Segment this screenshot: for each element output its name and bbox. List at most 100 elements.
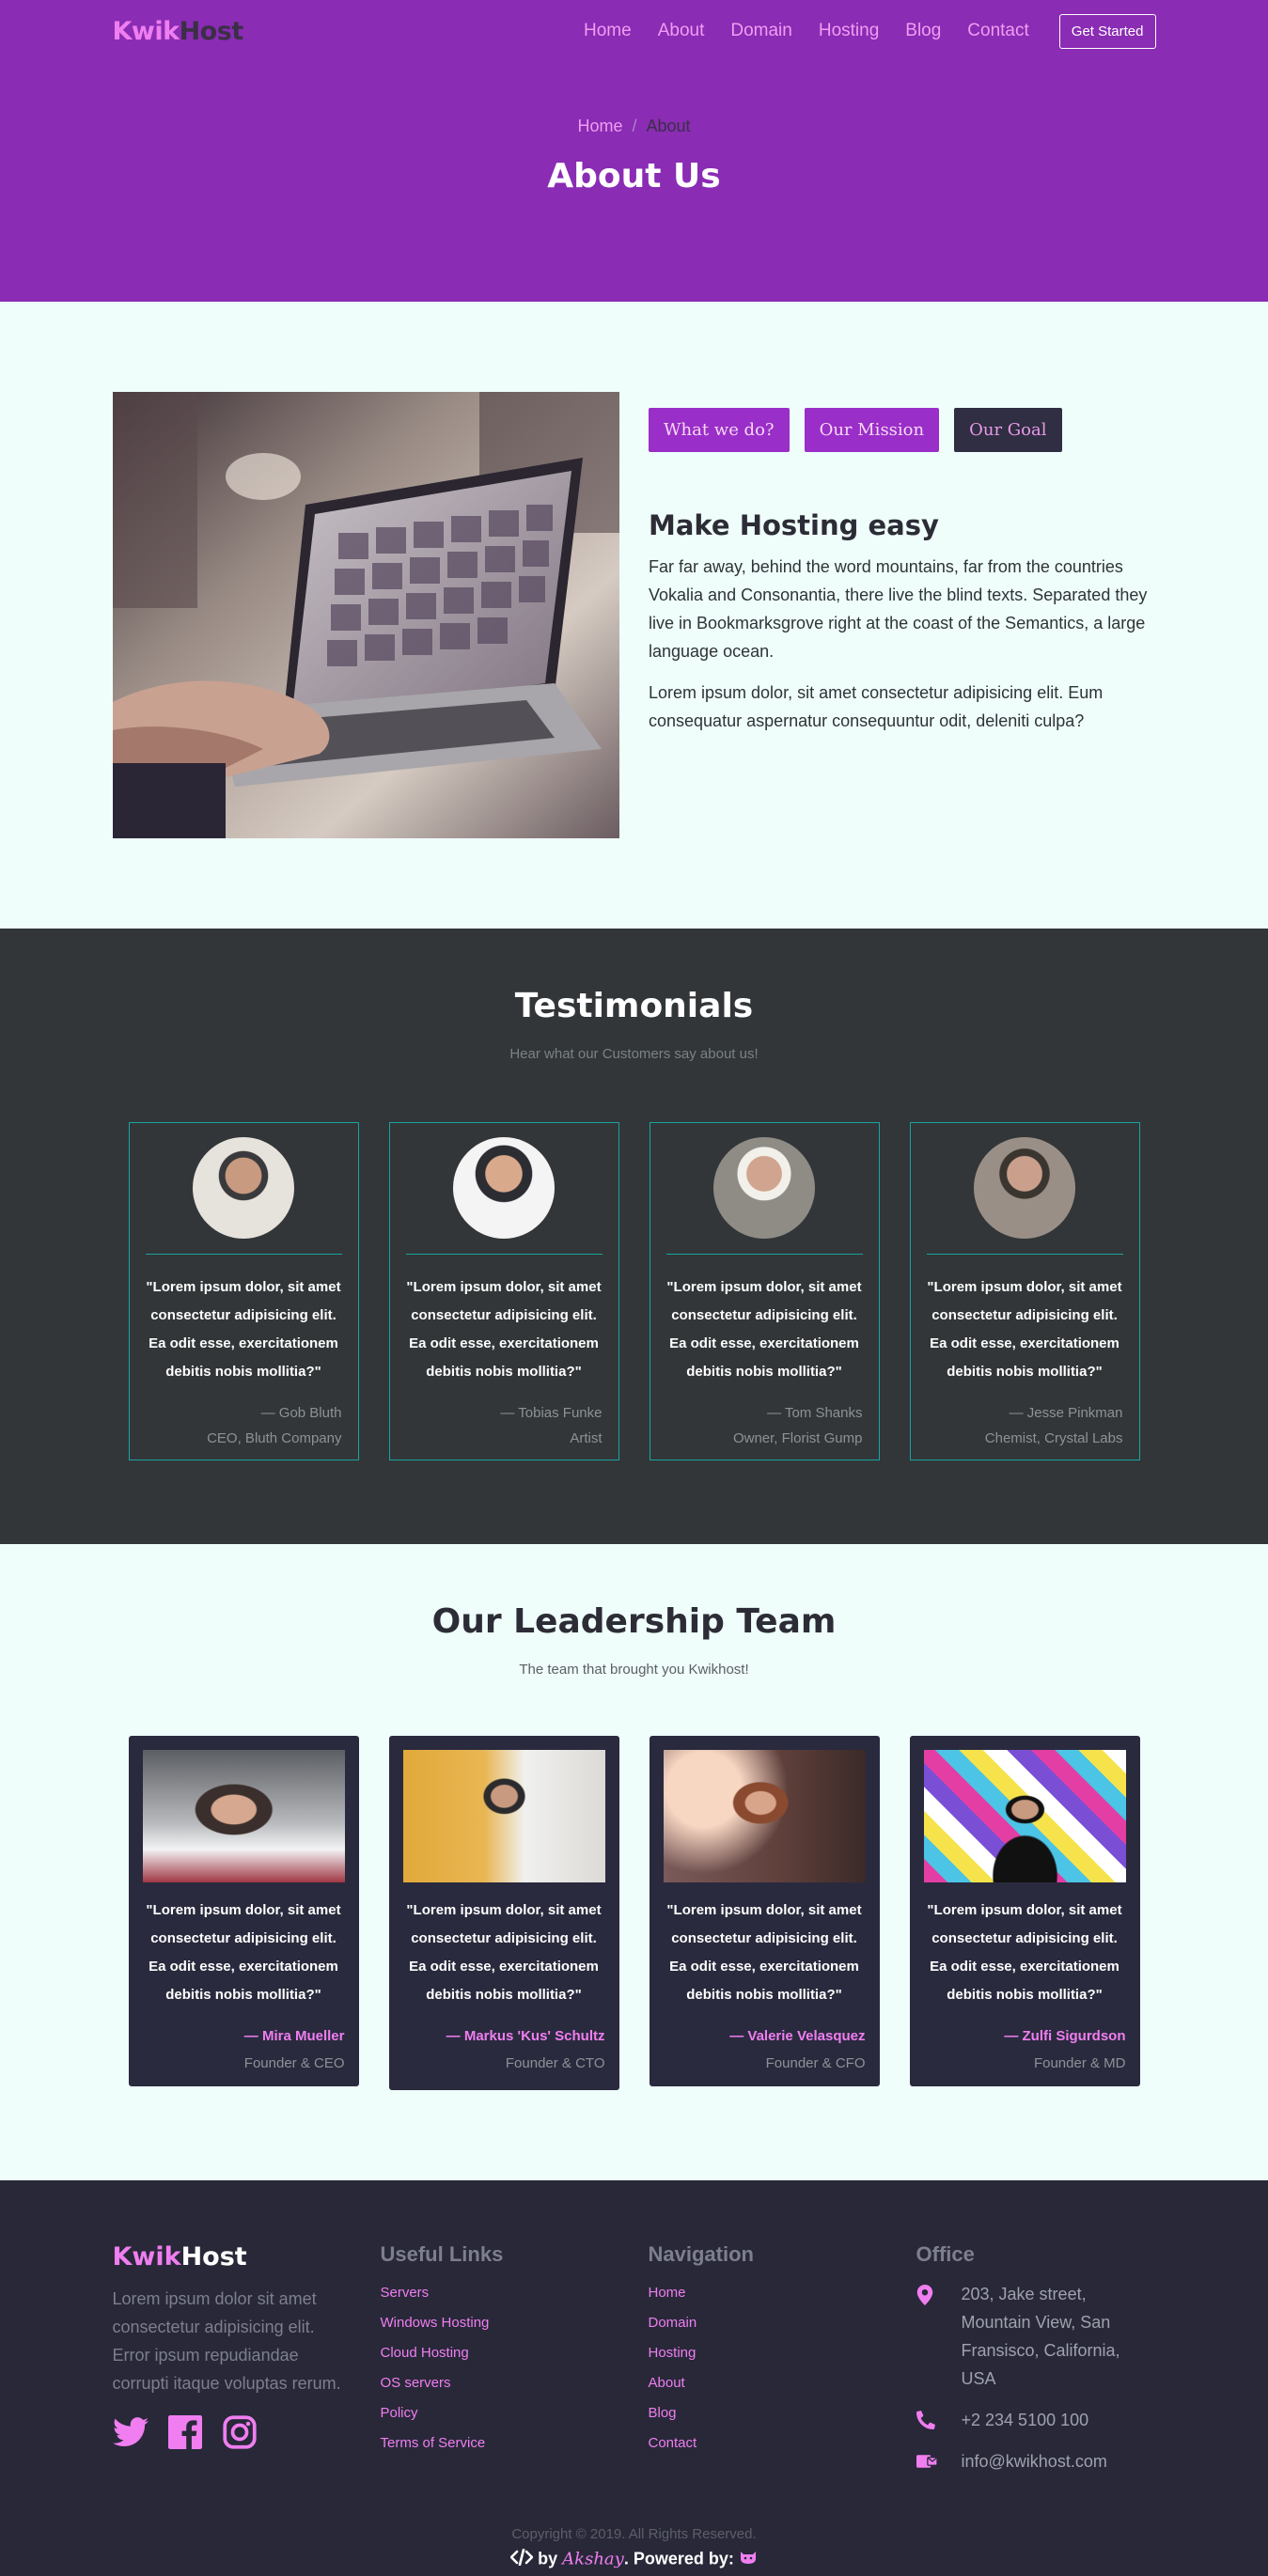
hero-header: KwikHost Home About Domain Hosting Blog … (0, 0, 1268, 302)
link-cloud-hosting[interactable]: Cloud Hosting (381, 2338, 649, 2368)
footer-nav-domain[interactable]: Domain (649, 2308, 916, 2338)
leader-photo (402, 1750, 605, 1882)
breadcrumb-home[interactable]: Home (577, 117, 622, 135)
facebook-icon[interactable] (167, 2414, 203, 2450)
footer-logo[interactable]: KwikHost (113, 2242, 381, 2272)
leader-role: Founder & CEO (243, 2055, 345, 2071)
testimonial-author: — Tom Shanks (767, 1405, 863, 1421)
credit-powered: . Powered by: (623, 2549, 734, 2568)
leader-card: "Lorem ipsum dolor, sit amet consectetur… (909, 1736, 1140, 2086)
about-heading: Make Hosting easy (649, 509, 939, 541)
leader-name: — Zulfi Sigurdson (1004, 2028, 1126, 2044)
link-policy[interactable]: Policy (381, 2398, 649, 2428)
github-cat-icon[interactable] (739, 2550, 758, 2569)
nav-item-home[interactable]: Home (584, 21, 632, 41)
tab-our-goal[interactable]: Our Goal (954, 408, 1062, 452)
testimonial-quote: "Lorem ipsum dolor, sit amet consectetur… (666, 1279, 862, 1380)
leader-quote: "Lorem ipsum dolor, sit amet consectetur… (406, 1902, 602, 2003)
mail-icon (916, 2447, 943, 2475)
nav-item-hosting[interactable]: Hosting (819, 21, 879, 41)
leadership-section: Our Leadership Team The team that brough… (0, 1544, 1268, 2180)
phone-icon (916, 2406, 943, 2434)
brand-logo[interactable]: KwikHost (113, 17, 244, 46)
footer-nav-home[interactable]: Home (649, 2278, 916, 2308)
breadcrumb-current: About (646, 117, 691, 135)
nav-menu: Home About Domain Hosting Blog Contact G… (557, 13, 1156, 49)
about-section: What we do? Our Mission Our Goal Make Ho… (0, 302, 1268, 929)
useful-links-title: Useful Links (380, 2242, 504, 2266)
breadcrumb-separator: / (632, 117, 637, 135)
testimonial-author: — Gob Bluth (260, 1405, 342, 1421)
footer-office: Office 203, Jake street, Mountain View, … (916, 2242, 1156, 2475)
leader-name: — Valerie Velasquez (729, 2028, 866, 2044)
breadcrumb: Home / About (113, 117, 1156, 136)
testimonials-title: Testimonials (514, 987, 754, 1025)
office-title: Office (916, 2242, 975, 2266)
about-paragraph-2: Lorem ipsum dolor, sit amet consectetur … (649, 683, 1104, 730)
credit-author[interactable]: Akshay (562, 2549, 624, 2568)
tab-what-we-do[interactable]: What we do? (649, 408, 790, 452)
testimonials-subtitle: Hear what our Customers say about us! (509, 1046, 759, 1062)
footer-about: KwikHost Lorem ipsum dolor sit amet cons… (112, 2242, 381, 2475)
address-text: 203, Jake street, Mountain View, San Fra… (961, 2285, 1120, 2388)
tab-our-mission[interactable]: Our Mission (804, 408, 940, 452)
leader-name: — Markus 'Kus' Schultz (446, 2028, 605, 2044)
divider (405, 1254, 603, 1255)
avatar (974, 1137, 1075, 1239)
leader-photo (142, 1750, 345, 1882)
testimonial-quote: "Lorem ipsum dolor, sit amet consectetur… (146, 1279, 341, 1380)
avatar (713, 1137, 815, 1239)
footer-logo-host: Host (180, 2242, 247, 2272)
get-started-button[interactable]: Get Started (1058, 13, 1156, 49)
navigation-list: Home Domain Hosting About Blog Contact (649, 2278, 916, 2459)
footer-description: Lorem ipsum dolor sit amet consectetur a… (112, 2289, 341, 2393)
footer-nav-hosting[interactable]: Hosting (649, 2338, 916, 2368)
leader-photo (663, 1750, 866, 1882)
footer-logo-kwik: Kwik (112, 2242, 181, 2272)
link-os-servers[interactable]: OS servers (381, 2368, 649, 2398)
site-footer: KwikHost Lorem ipsum dolor sit amet cons… (0, 2180, 1268, 2576)
testimonial-role: Owner, Florist Gump (732, 1430, 863, 1446)
leader-card: "Lorem ipsum dolor, sit amet consectetur… (128, 1736, 359, 2086)
footer-useful-links: Useful Links Servers Windows Hosting Clo… (381, 2242, 649, 2475)
nav-item-blog[interactable]: Blog (905, 21, 941, 41)
footer-nav-about[interactable]: About (649, 2368, 916, 2398)
footer-navigation: Navigation Home Domain Hosting About Blo… (649, 2242, 916, 2475)
leader-card: "Lorem ipsum dolor, sit amet consectetur… (388, 1736, 619, 2090)
email-text[interactable]: info@kwikhost.com (962, 2447, 1156, 2475)
testimonial-card: "Lorem ipsum dolor, sit amet consectetur… (388, 1122, 619, 1460)
laptop-illustration (112, 392, 619, 838)
nav-item-about[interactable]: About (658, 21, 705, 41)
testimonial-author: — Jesse Pinkman (1009, 1405, 1123, 1421)
testimonial-quote: "Lorem ipsum dolor, sit amet consectetur… (927, 1279, 1122, 1380)
navigation-title: Navigation (648, 2242, 754, 2266)
nav-item-contact[interactable]: Contact (967, 21, 1028, 41)
testimonial-author: — Tobias Funke (500, 1405, 603, 1421)
footer-columns: KwikHost Lorem ipsum dolor sit amet cons… (112, 2242, 1156, 2475)
avatar (193, 1137, 294, 1239)
about-content: What we do? Our Mission Our Goal Make Ho… (649, 392, 1156, 838)
leader-photo (923, 1750, 1126, 1882)
about-tabs: What we do? Our Mission Our Goal (649, 408, 1156, 452)
link-terms-of-service[interactable]: Terms of Service (381, 2428, 649, 2459)
leader-cards: "Lorem ipsum dolor, sit amet consectetur… (0, 1736, 1268, 2090)
phone-text[interactable]: +2 234 5100 100 (962, 2406, 1156, 2434)
divider (926, 1254, 1123, 1255)
testimonial-role: CEO, Bluth Company (207, 1430, 342, 1446)
office-email: info@kwikhost.com (916, 2447, 1156, 2475)
leader-role: Founder & MD (1033, 2055, 1126, 2071)
link-servers[interactable]: Servers (381, 2278, 649, 2308)
testimonial-card: "Lorem ipsum dolor, sit amet consectetur… (909, 1122, 1140, 1460)
instagram-icon[interactable] (222, 2414, 258, 2450)
twitter-icon[interactable] (112, 2414, 149, 2450)
office-phone: +2 234 5100 100 (916, 2406, 1156, 2434)
footer-nav-blog[interactable]: Blog (649, 2398, 916, 2428)
footer-nav-contact[interactable]: Contact (649, 2428, 916, 2459)
testimonial-card: "Lorem ipsum dolor, sit amet consectetur… (649, 1122, 880, 1460)
leader-quote: "Lorem ipsum dolor, sit amet consectetur… (666, 1902, 862, 2003)
avatar (453, 1137, 555, 1239)
credit-line: by Akshay. Powered by: (0, 2548, 1268, 2570)
leader-name: — Mira Mueller (243, 2028, 345, 2044)
link-windows-hosting[interactable]: Windows Hosting (381, 2308, 649, 2338)
nav-item-domain[interactable]: Domain (730, 21, 791, 41)
